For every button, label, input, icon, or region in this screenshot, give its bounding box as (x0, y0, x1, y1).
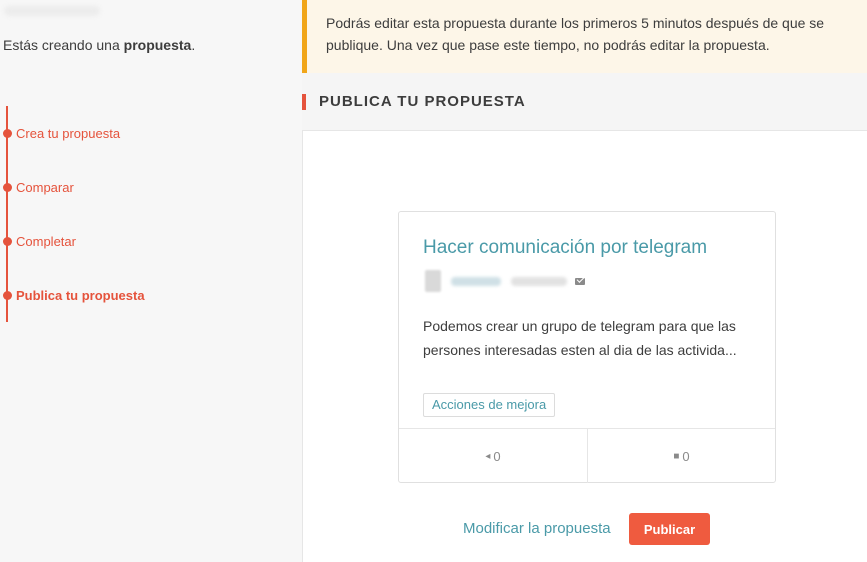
comments-count: ■ 0 (587, 429, 775, 483)
proposal-summary: Podemos crear un grupo de telegram para … (423, 318, 737, 358)
category-tag[interactable]: Acciones de mejora (423, 393, 556, 417)
edit-time-notice: Podrás editar esta propuesta durante los… (302, 0, 867, 73)
step-crea-tu-propuesta[interactable]: Crea tu propuesta (16, 126, 120, 141)
megaphone-icon: ◂ (485, 450, 491, 462)
sidebar: Estás creando una propuesta. Crea tu pro… (0, 0, 302, 562)
step-dot (3, 129, 12, 138)
step-dot (3, 237, 12, 246)
blurred-header-text (4, 6, 100, 16)
steps-line (6, 106, 8, 322)
creating-bold: propuesta (123, 37, 192, 53)
step-comparar[interactable]: Comparar (16, 180, 74, 195)
creating-proposal-text: Estás creando una propuesta. (3, 37, 195, 53)
supports-value: 0 (493, 448, 501, 464)
avatar (425, 270, 441, 292)
step-completar[interactable]: Completar (16, 234, 76, 249)
card-footer: ◂ 0 ■ 0 (399, 428, 775, 483)
envelope-icon[interactable] (575, 277, 585, 285)
creating-prefix: Estás creando una (3, 37, 124, 53)
step-publica-tu-propuesta: Publica tu propuesta (16, 288, 145, 303)
step-dot (3, 291, 12, 300)
creating-suffix: . (191, 37, 196, 53)
supports-count: ◂ 0 (399, 429, 587, 483)
step-dot (3, 183, 12, 192)
comment-icon: ■ (673, 450, 680, 462)
comments-value: 0 (682, 448, 690, 464)
section-title: PUBLICA TU PROPUESTA (302, 94, 526, 110)
modify-proposal-link[interactable]: Modificar la propuesta (463, 520, 611, 537)
author-info (425, 270, 585, 292)
proposal-card: Hacer comunicación por telegram Podemos … (398, 211, 776, 483)
author-name-blurred[interactable] (451, 276, 501, 286)
proposal-title[interactable]: Hacer comunicación por telegram (423, 237, 707, 259)
author-username-blurred (511, 276, 567, 286)
publish-button[interactable]: Publicar (629, 513, 710, 545)
